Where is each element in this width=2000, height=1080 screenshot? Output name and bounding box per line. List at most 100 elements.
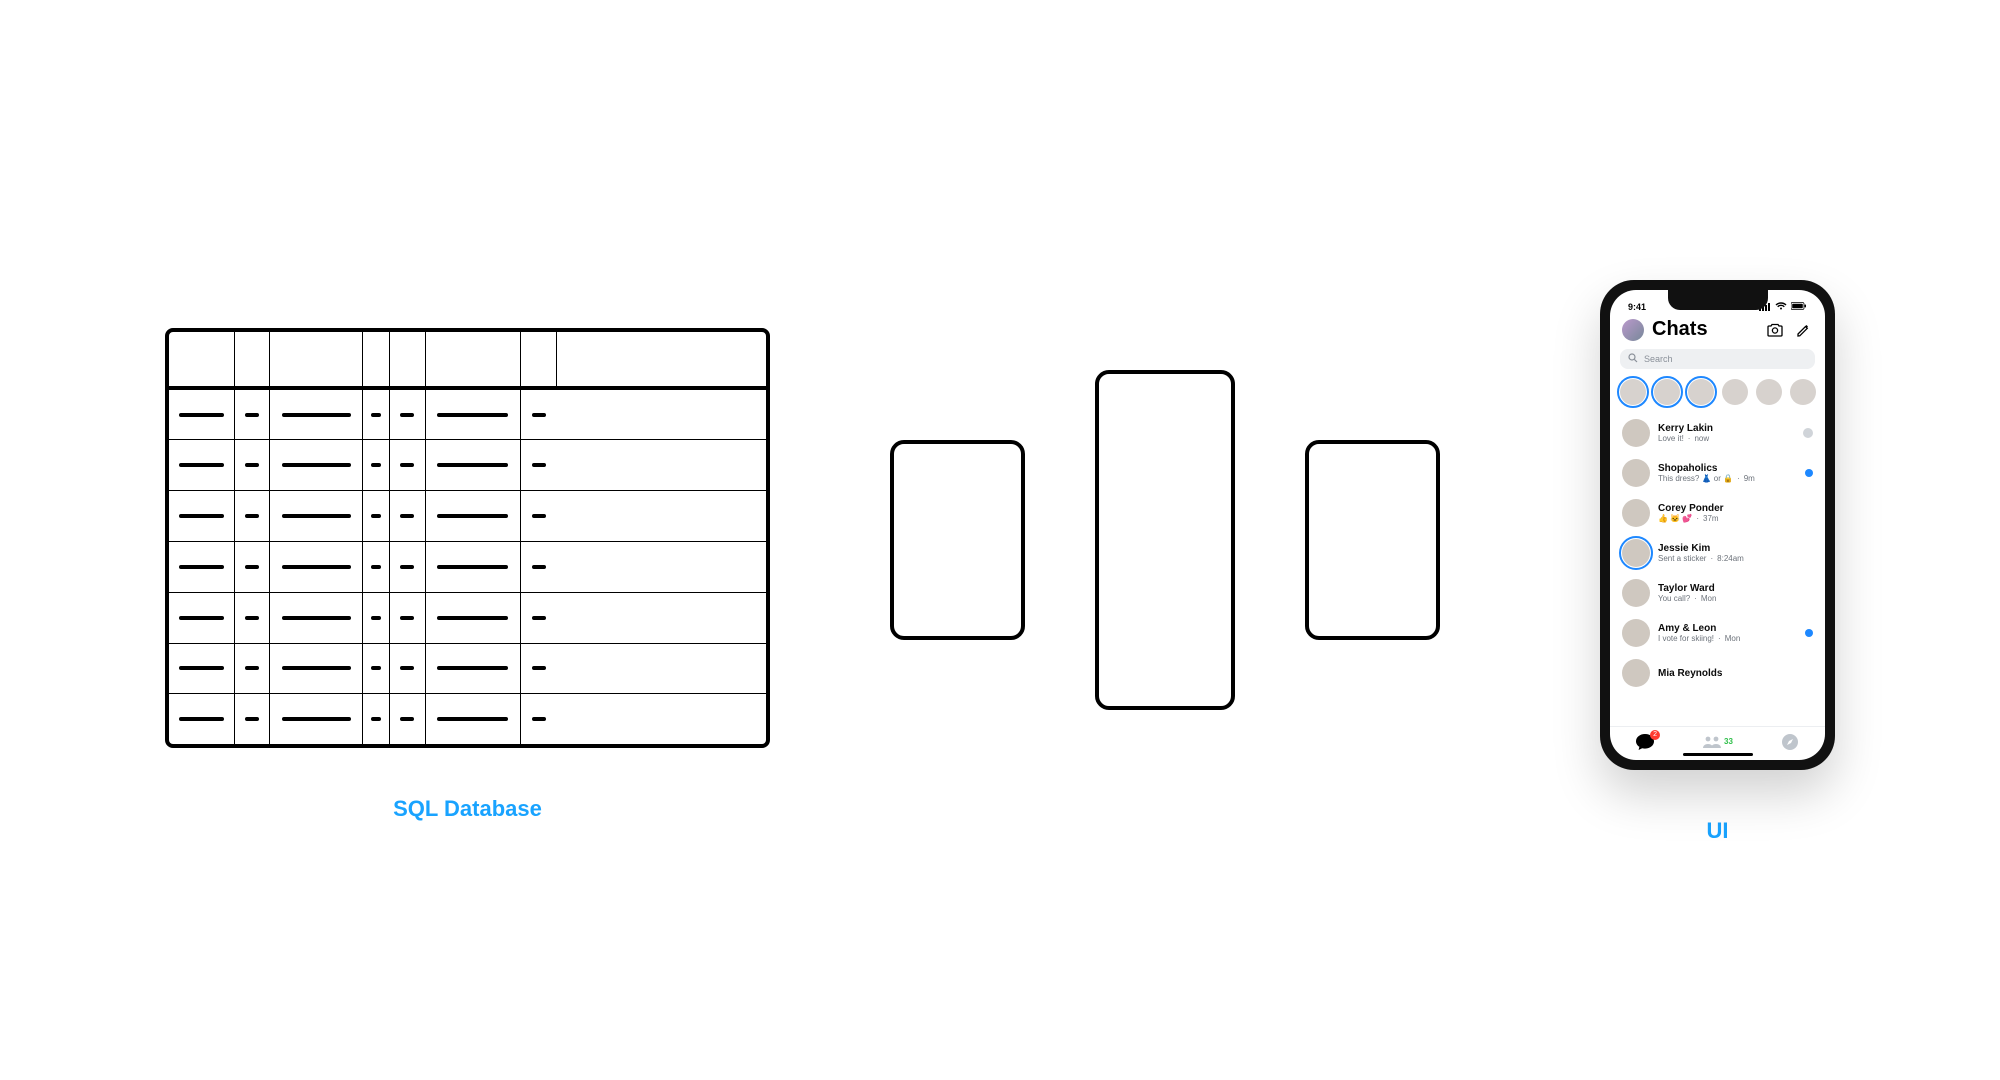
story-avatar[interactable] xyxy=(1654,379,1680,405)
text-stub xyxy=(532,616,546,620)
table-cell xyxy=(426,593,522,643)
text-stub xyxy=(282,717,351,721)
table-cell xyxy=(426,644,522,694)
chat-avatar xyxy=(1622,499,1650,527)
text-stub xyxy=(400,514,414,518)
table-cell xyxy=(521,440,557,490)
table-cell xyxy=(235,440,271,490)
text-stub xyxy=(245,413,259,417)
table-cell xyxy=(521,542,557,592)
chat-name: Shopaholics xyxy=(1658,463,1797,474)
chat-row[interactable]: Taylor WardYou call? · Mon xyxy=(1610,573,1825,613)
tab-people-count: 33 xyxy=(1724,737,1733,746)
table-cell xyxy=(169,644,235,694)
table-row xyxy=(169,593,766,644)
table-cell xyxy=(235,593,271,643)
text-stub xyxy=(179,514,224,518)
text-stub xyxy=(400,666,414,670)
table-cell xyxy=(426,390,522,440)
search-input[interactable]: Search xyxy=(1620,349,1815,369)
table-cell xyxy=(390,542,426,592)
text-stub xyxy=(179,463,224,467)
text-stub xyxy=(400,717,414,721)
chat-text: Amy & LeonI vote for skiing! · Mon xyxy=(1658,623,1797,643)
table-cell xyxy=(390,644,426,694)
table-cell xyxy=(169,694,235,744)
table-cell xyxy=(521,694,557,744)
text-stub xyxy=(282,514,351,518)
compose-icon[interactable] xyxy=(1793,320,1813,340)
table-cell xyxy=(235,694,271,744)
text-stub xyxy=(437,463,508,467)
tab-discover[interactable] xyxy=(1777,732,1803,752)
text-stub xyxy=(179,616,224,620)
tab-chats[interactable]: 2 xyxy=(1632,732,1658,752)
chat-subtitle: Love it! · now xyxy=(1658,434,1795,443)
chat-name: Corey Ponder xyxy=(1658,503,1813,514)
chat-row[interactable]: Jessie KimSent a sticker · 8:24am xyxy=(1610,533,1825,573)
chat-row[interactable]: Amy & LeonI vote for skiing! · Mon xyxy=(1610,613,1825,653)
text-stub xyxy=(532,514,546,518)
table-cell xyxy=(426,440,522,490)
chat-row[interactable]: Kerry LakinLove it! · now xyxy=(1610,413,1825,453)
table-cell xyxy=(426,491,522,541)
table-cell xyxy=(270,542,363,592)
camera-icon[interactable] xyxy=(1765,320,1785,340)
table-cell xyxy=(270,593,363,643)
table-cell xyxy=(363,694,390,744)
profile-avatar[interactable] xyxy=(1622,319,1644,341)
table-cell xyxy=(390,491,426,541)
chat-avatar xyxy=(1622,419,1650,447)
text-stub xyxy=(437,565,508,569)
story-avatar[interactable] xyxy=(1790,379,1816,405)
table-row xyxy=(169,440,766,491)
text-stub xyxy=(437,514,508,518)
text-stub xyxy=(179,565,224,569)
text-stub xyxy=(437,616,508,620)
story-avatar[interactable] xyxy=(1756,379,1782,405)
chat-avatar xyxy=(1622,579,1650,607)
table-cell xyxy=(270,644,363,694)
sql-database-label: SQL Database xyxy=(165,796,770,822)
story-avatar[interactable] xyxy=(1688,379,1714,405)
chat-subtitle: This dress? 👗 or 🔒 · 9m xyxy=(1658,474,1797,483)
ui-block: 9:41 Chats xyxy=(1600,280,1835,844)
text-stub xyxy=(437,717,508,721)
table-cell xyxy=(390,440,426,490)
text-stub xyxy=(179,717,224,721)
story-avatar[interactable] xyxy=(1722,379,1748,405)
chat-subtitle: I vote for skiing! · Mon xyxy=(1658,634,1797,643)
table-cell xyxy=(390,593,426,643)
text-stub xyxy=(532,717,546,721)
stories-row xyxy=(1610,377,1825,413)
table-cell xyxy=(270,390,363,440)
tab-people[interactable]: 33 xyxy=(1702,732,1733,752)
chat-text: Mia Reynolds xyxy=(1658,668,1813,679)
home-indicator xyxy=(1683,753,1753,756)
chat-list: Kerry LakinLove it! · nowShopaholicsThis… xyxy=(1610,413,1825,726)
abstract-card xyxy=(890,440,1025,640)
chat-row[interactable]: ShopaholicsThis dress? 👗 or 🔒 · 9m xyxy=(1610,453,1825,493)
sent-check-icon xyxy=(1803,428,1813,438)
chat-row[interactable]: Mia Reynolds xyxy=(1610,653,1825,693)
text-stub xyxy=(400,616,414,620)
table-cell xyxy=(363,593,390,643)
story-avatar[interactable] xyxy=(1620,379,1646,405)
search-icon xyxy=(1628,353,1638,365)
table-row xyxy=(169,644,766,695)
chat-row[interactable]: Corey Ponder👍 🐱 💕 · 37m xyxy=(1610,493,1825,533)
status-time: 9:41 xyxy=(1628,302,1646,312)
text-stub xyxy=(371,514,381,518)
text-stub xyxy=(371,616,381,620)
table-cell xyxy=(521,644,557,694)
abstract-card xyxy=(1305,440,1440,640)
chat-avatar xyxy=(1622,459,1650,487)
middle-cards xyxy=(890,370,1440,710)
text-stub xyxy=(400,565,414,569)
text-stub xyxy=(282,565,351,569)
sql-database-block: SQL Database xyxy=(165,328,770,822)
text-stub xyxy=(532,565,546,569)
table-cell xyxy=(390,694,426,744)
table-cell xyxy=(363,644,390,694)
text-stub xyxy=(179,413,224,417)
